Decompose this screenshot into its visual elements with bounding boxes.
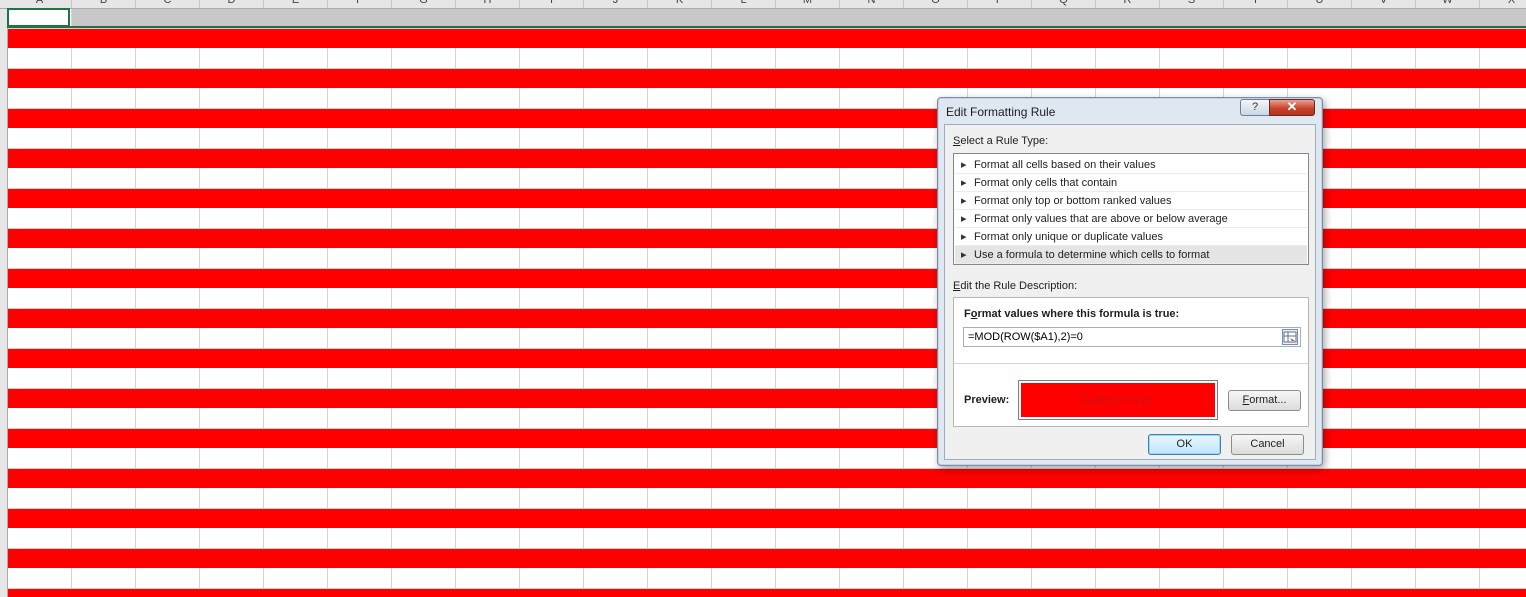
column-header-q[interactable]: Q: [1032, 0, 1096, 8]
rule-arrow-icon: ▸: [961, 159, 967, 171]
help-button[interactable]: ?: [1240, 99, 1270, 116]
column-header-r[interactable]: R: [1096, 0, 1160, 8]
formula-input[interactable]: =MOD(ROW($A1),2)=0: [963, 327, 1301, 347]
rule-arrow-icon: ▸: [961, 177, 967, 189]
help-icon: ?: [1251, 101, 1259, 113]
rule-type-item[interactable]: ▸ Format only unique or duplicate values: [955, 228, 1307, 246]
column-header-a[interactable]: A: [8, 0, 72, 8]
rule-type-label: Format only top or bottom ranked values: [974, 195, 1172, 207]
column-header-v[interactable]: V: [1352, 0, 1416, 8]
column-header-s[interactable]: S: [1160, 0, 1224, 8]
preview-sample: AaBbCcYyZz: [1021, 383, 1215, 417]
column-header-p[interactable]: P: [968, 0, 1032, 8]
sheet-row[interactable]: [8, 569, 1526, 588]
sheet-row[interactable]: [8, 469, 1526, 488]
column-header-f[interactable]: F: [328, 0, 392, 8]
column-header-t[interactable]: T: [1224, 0, 1288, 8]
column-header-w[interactable]: W: [1416, 0, 1480, 8]
ok-button[interactable]: OK: [1148, 434, 1221, 455]
column-header-i[interactable]: I: [520, 0, 584, 8]
sheet-row[interactable]: [8, 529, 1526, 548]
column-header-x[interactable]: X: [1480, 0, 1526, 8]
rule-type-item[interactable]: ▸ Format only values that are above or be…: [955, 210, 1307, 228]
formula-text: =MOD(ROW($A1),2)=0: [968, 331, 1083, 343]
select-rule-type-label: Select a Rule Type:: [953, 135, 1049, 147]
edit-description-label: Edit the Rule Description:: [953, 280, 1078, 292]
rule-description-panel: Format values where this formula is true…: [953, 297, 1309, 427]
row-header-bar: [0, 9, 8, 597]
active-cell[interactable]: [7, 8, 70, 27]
dialog-title: Edit Formatting Rule: [946, 105, 1056, 119]
rule-arrow-icon: ▸: [961, 213, 967, 225]
sheet-row[interactable]: [8, 29, 1526, 48]
dialog-body: Select a Rule Type: ▸ Format all cells ba…: [944, 124, 1316, 460]
rule-arrow-icon: ▸: [961, 249, 967, 261]
sheet-row[interactable]: [8, 489, 1526, 508]
column-header-u[interactable]: U: [1288, 0, 1352, 8]
dialog-title-bar[interactable]: Edit Formatting Rule ? ✕: [938, 98, 1322, 124]
column-header-b[interactable]: B: [72, 0, 136, 8]
column-header-bar: ABCDEFGHIJKLMNOPQRSTUVWX: [0, 0, 1526, 9]
column-header-m[interactable]: M: [776, 0, 840, 8]
column-header-g[interactable]: G: [392, 0, 456, 8]
rule-type-label: Format only cells that contain: [974, 177, 1118, 189]
sheet-row[interactable]: [8, 549, 1526, 568]
preview-label: Preview:: [964, 394, 1010, 406]
rule-type-item[interactable]: ▸ Format only cells that contain: [955, 174, 1307, 192]
rule-arrow-icon: ▸: [961, 231, 967, 243]
sheet-row[interactable]: [8, 49, 1526, 68]
close-button[interactable]: ✕: [1269, 99, 1315, 116]
rule-type-list[interactable]: ▸ Format all cells based on their values ▸…: [953, 153, 1309, 265]
column-header-d[interactable]: D: [200, 0, 264, 8]
rule-type-label: Format all cells based on their values: [974, 159, 1156, 171]
column-header-k[interactable]: K: [648, 0, 712, 8]
sheet-row[interactable]: [8, 509, 1526, 528]
rule-type-label: Use a formula to determine which cells t…: [974, 249, 1210, 261]
preview-box: AaBbCcYyZz: [1018, 380, 1218, 420]
rule-type-item[interactable]: ▸ Format only top or bottom ranked values: [955, 192, 1307, 210]
collapse-dialog-icon[interactable]: [1282, 329, 1298, 345]
column-header-l[interactable]: L: [712, 0, 776, 8]
close-icon: ✕: [1286, 99, 1298, 114]
divider: [954, 363, 1308, 364]
column-header-h[interactable]: H: [456, 0, 520, 8]
column-header-j[interactable]: J: [584, 0, 648, 8]
rule-arrow-icon: ▸: [961, 195, 967, 207]
cancel-button[interactable]: Cancel: [1231, 434, 1304, 455]
column-header-n[interactable]: N: [840, 0, 904, 8]
sheet-row[interactable]: [8, 589, 1526, 597]
formula-label: Format values where this formula is true…: [964, 308, 1180, 320]
column-header-c[interactable]: C: [136, 0, 200, 8]
sheet-row[interactable]: [8, 69, 1526, 88]
column-header-e[interactable]: E: [264, 0, 328, 8]
rule-type-label: Format only unique or duplicate values: [974, 231, 1163, 243]
rule-type-item[interactable]: ▸ Format all cells based on their values: [955, 156, 1307, 174]
selection-border: [7, 26, 1526, 28]
rule-type-item[interactable]: ▸ Use a formula to determine which cells …: [955, 246, 1307, 264]
edit-formatting-rule-dialog: Edit Formatting Rule ? ✕ Select a Rule T…: [937, 97, 1323, 466]
column-header-o[interactable]: O: [904, 0, 968, 8]
rule-type-label: Format only values that are above or bel…: [974, 213, 1228, 225]
format-button[interactable]: Format...: [1228, 390, 1301, 411]
